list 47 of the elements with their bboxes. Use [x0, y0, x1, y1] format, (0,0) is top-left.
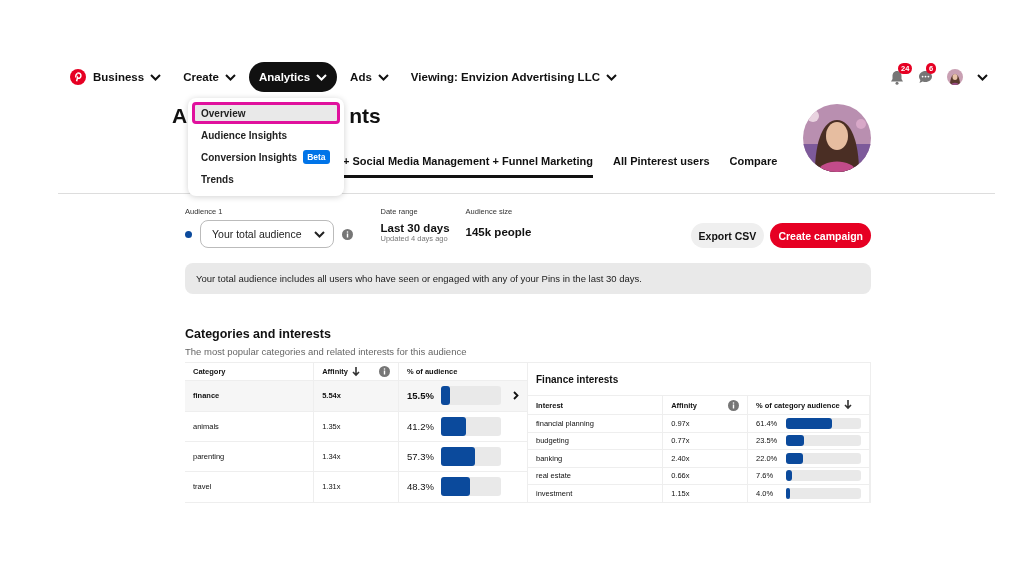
- audience-dropdown[interactable]: Your total audience: [200, 220, 334, 248]
- chevron-down-icon: [224, 73, 236, 81]
- chevron-down-icon: [605, 73, 617, 81]
- create-campaign-button[interactable]: Create campaign: [770, 223, 871, 248]
- progress-bar: [441, 446, 501, 466]
- chevron-down-icon: [313, 230, 325, 238]
- menu-item[interactable]: Conversion Insights Beta: [192, 146, 340, 168]
- export-button[interactable]: Export CSV: [690, 223, 765, 248]
- chevron-down-icon: [377, 73, 389, 81]
- bell-icon[interactable]: [890, 69, 904, 85]
- chevron-right-icon[interactable]: [513, 391, 519, 401]
- progress-bar: [441, 477, 501, 497]
- date-range-value: Last 30 days: [380, 222, 450, 234]
- nav-tab[interactable]: Analytics: [248, 62, 338, 92]
- chat-icon[interactable]: [918, 70, 933, 84]
- percent-value: 57.3%: [407, 450, 435, 462]
- percent-value: 41.2%: [407, 420, 435, 432]
- section-title: Categories and interests: [185, 327, 332, 341]
- chevron-down-icon: [316, 73, 328, 81]
- nav-tab[interactable]: Business: [84, 62, 171, 92]
- audience-size-value: 145k people: [465, 226, 532, 238]
- nav-tab[interactable]: Create: [174, 62, 245, 92]
- info-banner: Your total audience includes all users who have seen or engaged with any of your Pins in the last 30 days.: [185, 263, 871, 294]
- panel-title: Finance interests: [535, 372, 620, 387]
- progress-bar: [441, 416, 501, 436]
- section-subtitle: The most popular categories and related interests for this audience: [185, 346, 468, 357]
- percent-value: 15.5%: [407, 390, 435, 402]
- progress-bar: [441, 386, 501, 406]
- menu-item[interactable]: Overview: [192, 102, 340, 124]
- tab[interactable]: All Pinterest users: [613, 155, 710, 178]
- logo-icon[interactable]: [70, 69, 86, 85]
- nav-tab[interactable]: Ads: [341, 62, 398, 92]
- tab[interactable]: Compare: [729, 155, 778, 178]
- menu-item[interactable]: Audience Insights: [192, 124, 340, 146]
- page-title: nts: [349, 104, 381, 129]
- nav-tab[interactable]: Viewing: Envizion Advertising LLC: [401, 62, 626, 92]
- menu-item[interactable]: Trends: [192, 168, 340, 190]
- sort-down-icon: [843, 400, 852, 410]
- info-icon: [728, 399, 739, 411]
- info-icon: [379, 366, 390, 378]
- percent-value: 48.3%: [407, 481, 435, 493]
- info-icon: [341, 228, 353, 240]
- beta-badge: Beta: [303, 150, 330, 164]
- sort-down-icon: [352, 366, 360, 377]
- chevron-down-icon: [977, 73, 988, 81]
- chevron-down-icon: [150, 73, 162, 81]
- page-title: A: [172, 104, 188, 129]
